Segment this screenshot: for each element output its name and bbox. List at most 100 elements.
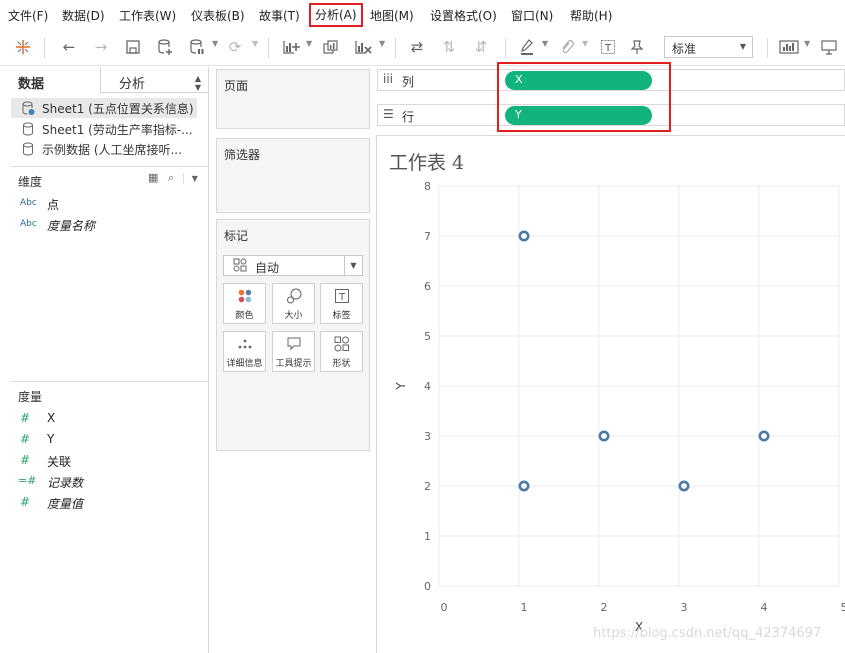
forward-icon[interactable]: → <box>90 36 112 58</box>
back-icon[interactable]: ← <box>58 36 80 58</box>
field-label: X <box>47 411 56 425</box>
scatter-point[interactable] <box>598 430 610 442</box>
sort-ascending-icon[interactable]: ⇅ <box>438 36 460 58</box>
x-tick-label: 0 <box>441 601 448 614</box>
chevron-down-icon[interactable]: ▼ <box>379 39 385 48</box>
color-button[interactable]: 颜色 <box>223 283 266 324</box>
divider <box>10 381 209 382</box>
tab-data[interactable]: 数据 <box>0 67 101 94</box>
x-tick-label: 2 <box>601 601 608 614</box>
chevron-down-icon[interactable]: ▼ <box>306 39 312 48</box>
fit-dropdown[interactable]: 标准 ▼ <box>664 36 753 58</box>
field-label: 记录数 <box>47 476 84 490</box>
refresh-icon[interactable]: ⟳ <box>224 36 246 58</box>
save-icon[interactable] <box>122 36 144 58</box>
sort-arrows-icon: ▲ ▼ <box>194 74 201 92</box>
show-labels-icon[interactable]: T <box>597 36 619 58</box>
dimensions-heading: 维度 <box>18 175 43 189</box>
detail-icon <box>224 336 265 356</box>
chevron-down-icon[interactable]: ▼ <box>192 174 198 183</box>
chevron-down-icon[interactable]: ▼ <box>252 39 258 48</box>
tableau-logo-icon[interactable] <box>12 36 34 58</box>
menu-dashboard[interactable]: 仪表板(B) <box>191 7 245 24</box>
toolbar-separator <box>505 38 506 58</box>
chevron-down-icon[interactable]: ▼ <box>542 39 548 48</box>
chevron-down-icon[interactable]: ▼ <box>804 39 810 48</box>
chevron-down-icon: ▼ <box>344 256 362 275</box>
datasource-label: Sheet1 (劳动生产率指标-... <box>42 123 193 137</box>
number-type-icon: # <box>20 495 31 509</box>
menu-worksheet[interactable]: 工作表(W) <box>119 7 176 24</box>
y-tick-label: 4 <box>424 380 431 393</box>
shape-icon <box>321 336 362 356</box>
detail-button[interactable]: 详细信息 <box>223 331 266 372</box>
toolbar-separator <box>268 38 269 58</box>
scatter-point[interactable] <box>518 230 530 242</box>
shape-button[interactable]: 形状 <box>320 331 363 372</box>
rows-shelf-label: 行 <box>402 110 415 124</box>
marks-card: 标记 自动 ▼ 颜色 大小 T 标签 详细信息 工具提示 形状 <box>216 219 370 451</box>
data-pane: 数据 分析 ▲ ▼ Sheet1 (五点位置关系信息) Sheet1 (劳动生产率… <box>0 67 209 653</box>
chart-grid <box>438 185 840 587</box>
menu-analysis[interactable]: 分析(A) <box>309 3 363 27</box>
tab-analysis[interactable]: 分析 ▲ ▼ <box>101 67 209 93</box>
shape-label: 形状 <box>332 359 351 369</box>
y-tick-label: 1 <box>424 530 431 543</box>
calculated-number-icon: =# <box>18 474 37 487</box>
presentation-mode-icon[interactable] <box>818 36 840 58</box>
menu-story[interactable]: 故事(T) <box>259 7 300 24</box>
clear-sheet-icon[interactable] <box>352 36 374 58</box>
tooltip-label: 工具提示 <box>275 359 312 369</box>
tooltip-icon <box>273 336 314 356</box>
sort-descending-icon[interactable]: ⇵ <box>470 36 492 58</box>
swap-rows-columns-icon[interactable]: ⇄ <box>406 36 428 58</box>
mark-type-dropdown[interactable]: 自动 ▼ <box>223 255 363 276</box>
show-me-icon[interactable] <box>778 36 800 58</box>
pause-updates-icon[interactable] <box>186 36 208 58</box>
scatter-point[interactable] <box>518 480 530 492</box>
y-axis-label[interactable]: Y <box>394 382 408 391</box>
label-button[interactable]: T 标签 <box>320 283 363 324</box>
menu-help[interactable]: 帮助(H) <box>570 7 612 24</box>
menu-map[interactable]: 地图(M) <box>370 7 414 24</box>
menu-window[interactable]: 窗口(N) <box>511 7 553 24</box>
datasource-item-selected[interactable]: Sheet1 (五点位置关系信息) <box>11 98 197 118</box>
menu-file[interactable]: 文件(F) <box>8 7 48 24</box>
datasource-item[interactable]: Sheet1 (劳动生产率指标-... <box>0 119 209 139</box>
new-worksheet-icon[interactable] <box>280 36 302 58</box>
divider: | <box>181 171 186 184</box>
pages-card[interactable]: 页面 <box>216 69 370 129</box>
y-tick-label: 8 <box>424 180 431 193</box>
number-type-icon: # <box>20 432 31 446</box>
field-label: 关联 <box>47 455 72 469</box>
menu-data[interactable]: 数据(D) <box>62 7 105 24</box>
highlight-box <box>497 62 671 132</box>
columns-shelf-label: 列 <box>402 75 415 89</box>
watermark: https://blog.csdn.net/qq_42374697 <box>593 626 822 641</box>
filters-card[interactable]: 筛选器 <box>216 138 370 213</box>
highlight-icon[interactable] <box>516 36 538 58</box>
new-datasource-icon[interactable] <box>154 36 176 58</box>
database-icon <box>22 122 34 139</box>
search-icon[interactable]: ⌕ <box>168 171 174 184</box>
chevron-down-icon[interactable]: ▼ <box>212 39 218 48</box>
tooltip-button[interactable]: 工具提示 <box>272 331 315 372</box>
chevron-down-icon[interactable]: ▼ <box>582 39 588 48</box>
size-label: 大小 <box>284 311 303 321</box>
toolbar-separator <box>767 38 768 58</box>
view-list-icon[interactable]: ▦ <box>148 171 158 184</box>
menu-format[interactable]: 设置格式(O) <box>430 7 497 24</box>
size-button[interactable]: 大小 <box>272 283 315 324</box>
fix-axes-icon[interactable] <box>626 36 648 58</box>
dimensions-toolbar: ▦ ⌕ | ▼ <box>148 171 198 185</box>
color-label: 颜色 <box>235 311 254 321</box>
label-label: 标签 <box>332 311 351 321</box>
fit-dropdown-value: 标准 <box>672 42 697 56</box>
scatter-point[interactable] <box>678 480 690 492</box>
columns-icon: iii <box>383 72 394 86</box>
duplicate-sheet-icon[interactable] <box>320 36 342 58</box>
group-members-icon[interactable] <box>556 36 578 58</box>
scatter-point[interactable] <box>758 430 770 442</box>
rows-icon: ☰ <box>383 107 394 121</box>
datasource-item[interactable]: 示例数据 (人工坐席接听... <box>0 139 209 159</box>
